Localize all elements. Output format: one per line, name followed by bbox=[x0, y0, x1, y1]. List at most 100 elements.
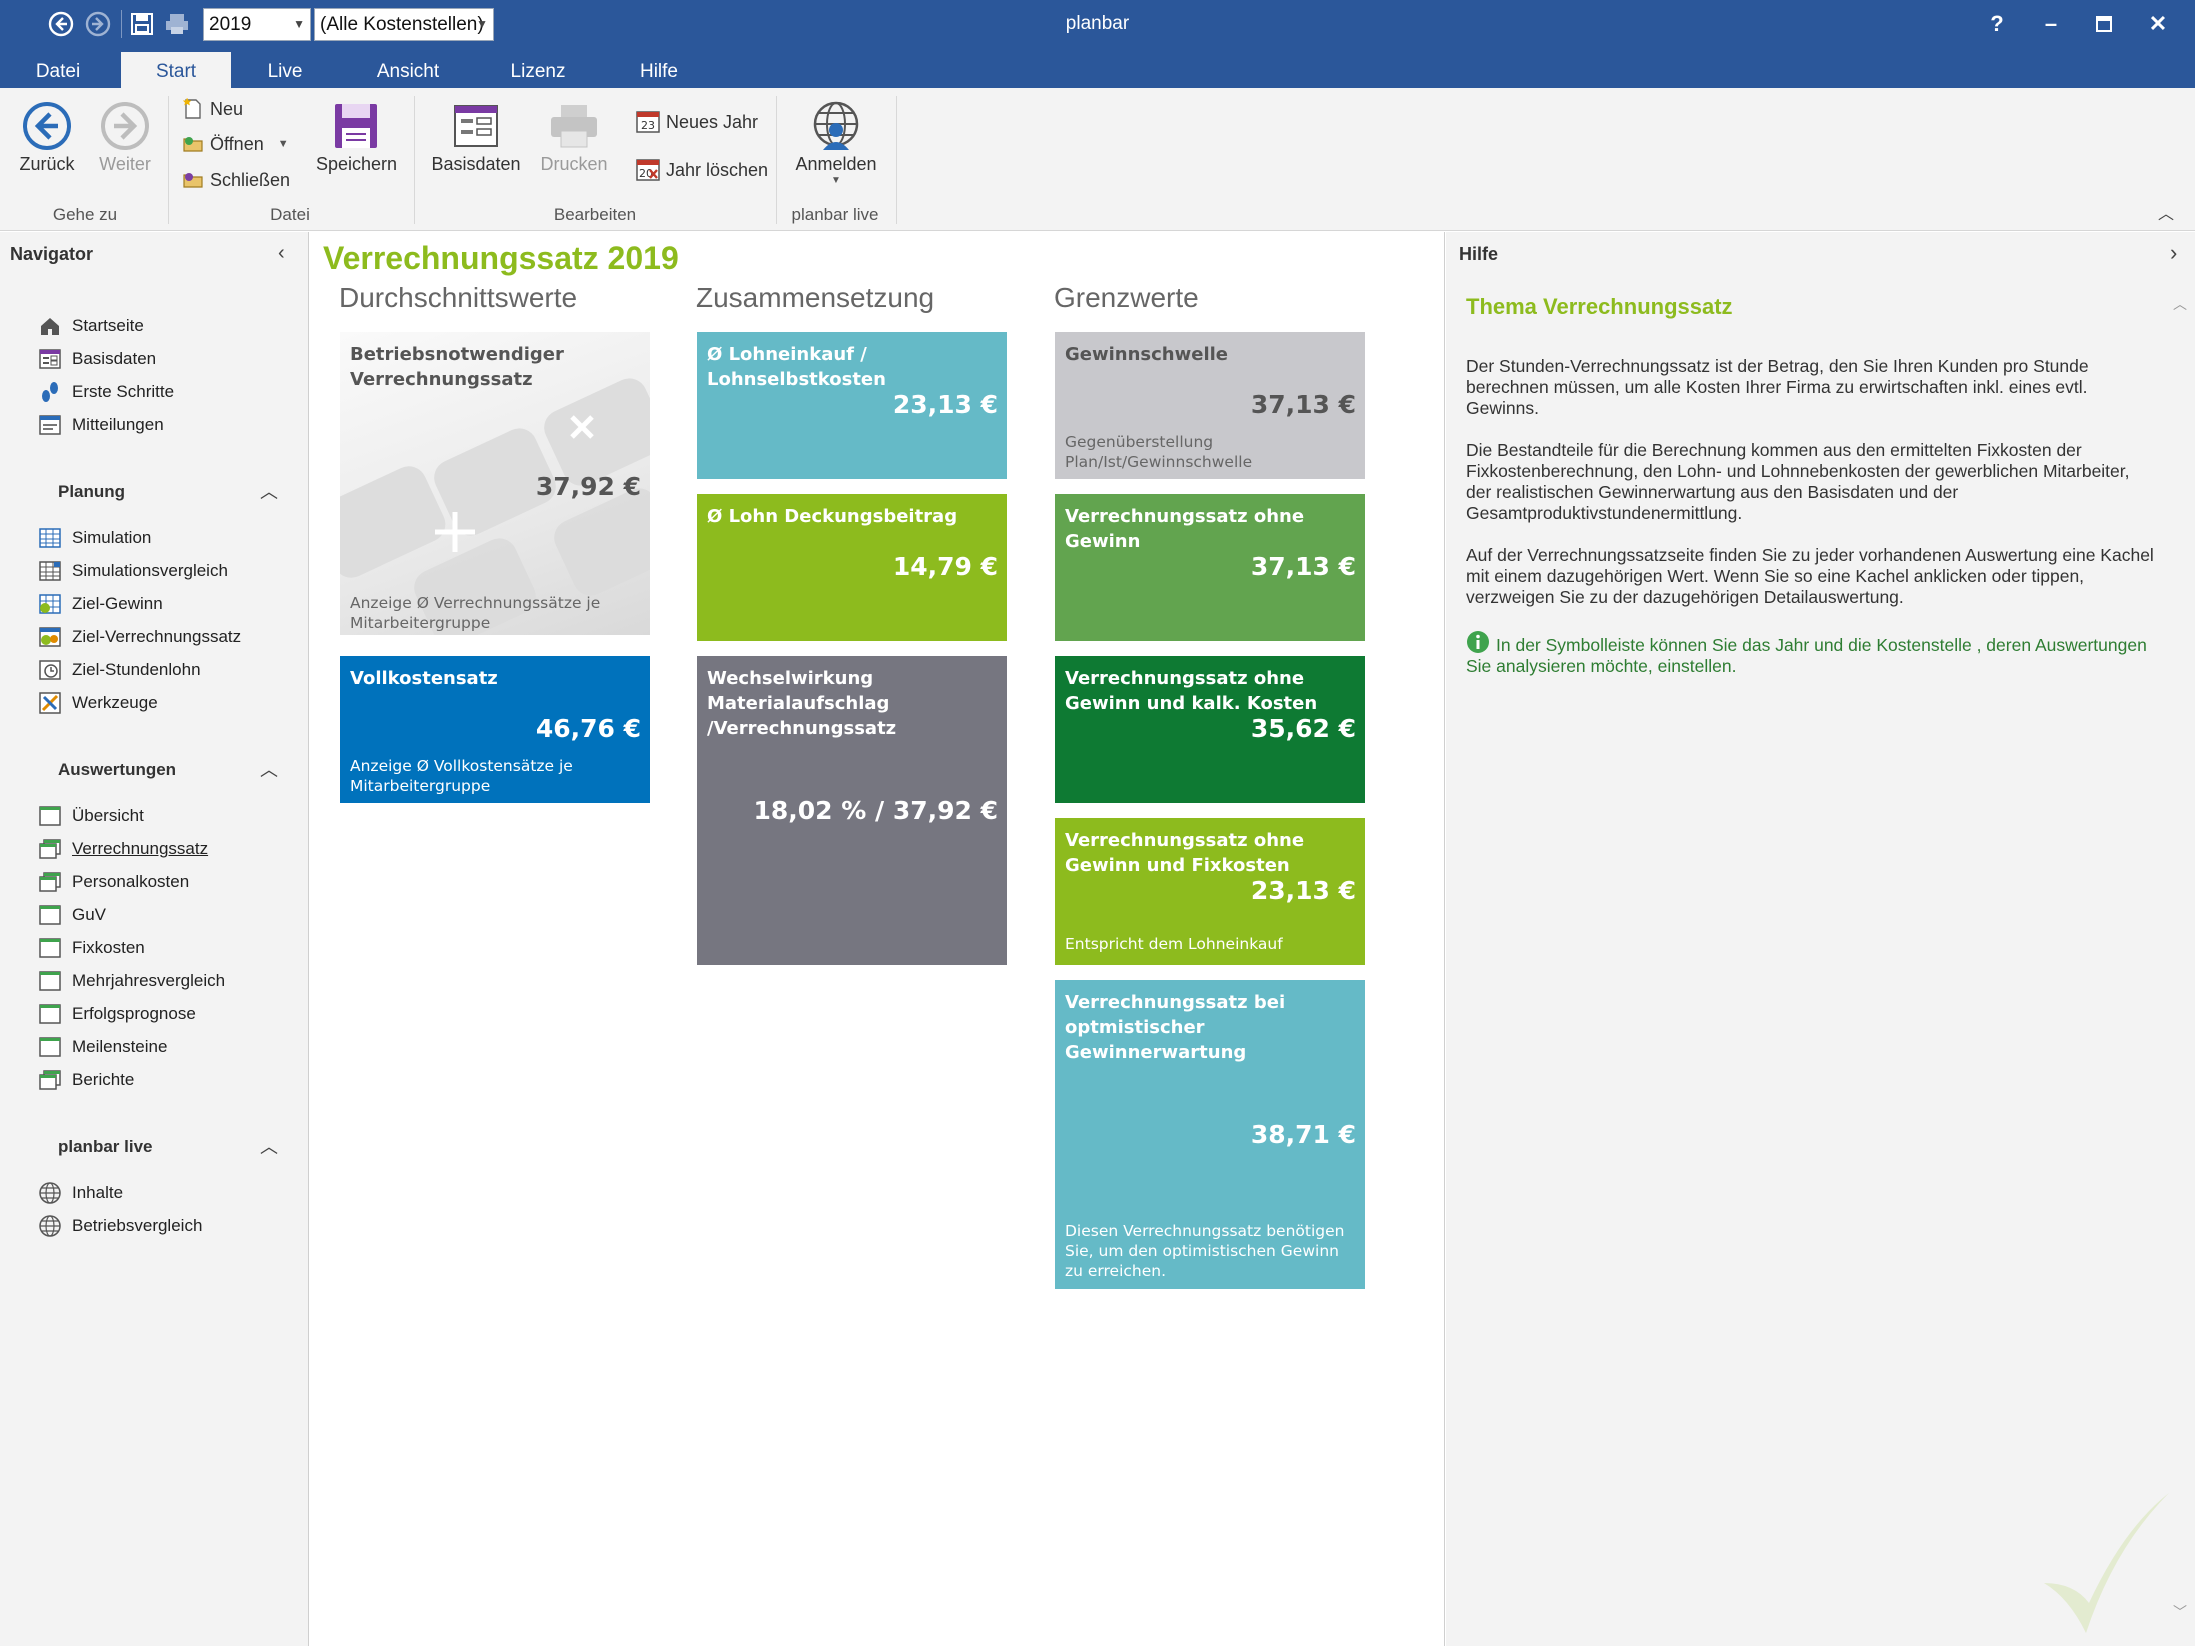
tile-lohneinkauf[interactable]: Ø Lohneinkauf / Lohnselbstkosten 23,13 € bbox=[697, 332, 1007, 479]
tile-ohne-gewinn[interactable]: Verrechnungssatz ohne Gewinn 37,13 € bbox=[1055, 494, 1365, 641]
nav-item-inhalte[interactable]: Inhalte bbox=[38, 1179, 123, 1207]
nav-item-werkzeuge[interactable]: Werkzeuge bbox=[38, 689, 158, 717]
print-label: Drucken bbox=[540, 154, 608, 174]
nav-label: Übersicht bbox=[72, 806, 144, 825]
nav-item-ziel-gewinn[interactable]: Ziel-Gewinn bbox=[38, 590, 163, 618]
nav-label: Meilensteine bbox=[72, 1037, 168, 1056]
nav-item-basisdaten[interactable]: Basisdaten bbox=[38, 345, 156, 373]
nav-item-mitteilungen[interactable]: Mitteilungen bbox=[38, 411, 164, 439]
delete-year-button[interactable]: 20 Jahr löschen bbox=[636, 158, 768, 182]
tile-betriebsnotwendiger-verrechnungssatz[interactable]: Betriebsnotwendiger Verrechnungssatz 37,… bbox=[340, 332, 650, 635]
nav-item-fixkosten[interactable]: Fixkosten bbox=[38, 934, 145, 962]
scroll-down-icon[interactable]: ﹀ bbox=[2173, 1602, 2187, 1622]
tile-ohne-gewinn-fixkosten[interactable]: Verrechnungssatz ohne Gewinn und Fixkost… bbox=[1055, 818, 1365, 965]
new-year-button[interactable]: 23 Neues Jahr bbox=[636, 110, 758, 134]
collapse-live-icon[interactable]: ︿ bbox=[260, 1133, 278, 1159]
chevron-down-icon: ▼ bbox=[277, 138, 289, 150]
print-button[interactable]: Drucken bbox=[536, 98, 612, 175]
nav-item-meilensteine[interactable]: Meilensteine bbox=[38, 1033, 167, 1061]
target-table-icon bbox=[38, 592, 62, 616]
save-button[interactable]: Speichern bbox=[316, 98, 398, 175]
nav-item-mehrjahresvergleich[interactable]: Mehrjahresvergleich bbox=[38, 967, 225, 995]
separator bbox=[414, 96, 415, 224]
cost-center-select[interactable]: (Alle Kostenstellen) ▼ bbox=[314, 8, 494, 41]
nav-label: Verrechnungssatz bbox=[72, 839, 209, 858]
tile-value: 23,13 € bbox=[1250, 876, 1356, 905]
open-button[interactable]: Öffnen ▼ bbox=[182, 133, 289, 155]
new-year-label: Neues Jahr bbox=[666, 111, 759, 132]
footsteps-icon bbox=[38, 380, 62, 404]
help-paragraph: Die Bestandteile für die Berechnung komm… bbox=[1466, 440, 2130, 523]
help-paragraph: Der Stunden-Verrechnungssatz ist der Bet… bbox=[1466, 356, 2089, 418]
chevron-left-icon[interactable]: ‹ bbox=[278, 242, 285, 265]
minimize-button[interactable]: – bbox=[2033, 6, 2069, 42]
tile-vollkostensatz[interactable]: Vollkostensatz 46,76 € Anzeige Ø Vollkos… bbox=[340, 656, 650, 803]
save-icon[interactable] bbox=[126, 8, 158, 40]
tile-title: Verrechnungssatz ohne Gewinn bbox=[1065, 506, 1305, 552]
nav-item-personalkosten[interactable]: Personalkosten bbox=[38, 868, 189, 896]
tile-subtitle: Gegenüberstellung Plan/Ist/Gewinnschwell… bbox=[1065, 433, 1253, 471]
year-select[interactable]: 2019 ▼ bbox=[203, 8, 311, 41]
forward-button[interactable]: Weiter bbox=[92, 98, 158, 175]
collapse-ribbon-icon[interactable]: ︿ bbox=[2158, 200, 2174, 224]
nav-item-betriebsvergleich[interactable]: Betriebsvergleich bbox=[38, 1212, 202, 1240]
nav-item-erfolgsprognose[interactable]: Erfolgsprognose bbox=[38, 1000, 196, 1028]
tab-hilfe[interactable]: Hilfe bbox=[625, 56, 693, 88]
tile-ohne-gewinn-kalk-kosten[interactable]: Verrechnungssatz ohne Gewinn und kalk. K… bbox=[1055, 656, 1365, 803]
globe-icon bbox=[38, 1214, 62, 1238]
login-button[interactable]: Anmelden ▼ bbox=[790, 98, 882, 186]
close-file-button[interactable]: Schließen bbox=[182, 169, 290, 191]
back-button[interactable]: Zurück bbox=[14, 98, 80, 175]
nav-item-berichte[interactable]: Berichte bbox=[38, 1066, 134, 1094]
calendar-delete-icon: 20 bbox=[636, 159, 660, 181]
nav-label: Erste Schritte bbox=[72, 382, 175, 401]
nav-item-ziel-stundenlohn[interactable]: Ziel-Stundenlohn bbox=[38, 656, 201, 684]
tab-ansicht[interactable]: Ansicht bbox=[365, 56, 451, 88]
window-icon bbox=[38, 969, 62, 993]
tile-wechselwirkung[interactable]: Wechselwirkung Materialaufschlag /Verrec… bbox=[697, 656, 1007, 965]
tile-title: Vollkostensatz bbox=[350, 668, 498, 689]
print-icon[interactable] bbox=[161, 8, 193, 40]
collapse-auswertungen-icon[interactable]: ︿ bbox=[260, 756, 278, 782]
stacked-window-icon bbox=[38, 870, 62, 894]
home-icon bbox=[38, 314, 62, 338]
nav-item-startseite[interactable]: Startseite bbox=[38, 312, 144, 340]
nav-item-guv[interactable]: GuV bbox=[38, 901, 106, 929]
nav-item-erste-schritte[interactable]: Erste Schritte bbox=[38, 378, 174, 406]
tile-optimistische-gewinnerwartung[interactable]: Verrechnungssatz bei optmistischer Gewin… bbox=[1055, 980, 1365, 1289]
nav-label: Inhalte bbox=[72, 1183, 124, 1202]
collapse-planung-icon[interactable]: ︿ bbox=[260, 478, 278, 504]
new-button[interactable]: Neu bbox=[182, 98, 243, 120]
globe-icon bbox=[38, 1181, 62, 1205]
new-label: Neu bbox=[210, 98, 244, 119]
nav-item-uebersicht[interactable]: Übersicht bbox=[38, 802, 144, 830]
tile-title: Ø Lohneinkauf / Lohnselbstkosten bbox=[707, 344, 886, 390]
close-button[interactable]: ✕ bbox=[2140, 6, 2176, 42]
nav-label: Simulationsvergleich bbox=[72, 561, 228, 580]
nav-item-ziel-verrechnungssatz[interactable]: Ziel-Verrechnungssatz bbox=[38, 623, 241, 651]
tab-datei[interactable]: Datei bbox=[24, 56, 92, 88]
nav-item-verrechnungssatz[interactable]: Verrechnungssatz bbox=[38, 835, 208, 863]
tab-start[interactable]: Start bbox=[121, 52, 231, 88]
forward-arrow-icon[interactable] bbox=[82, 8, 114, 40]
save-label: Speichern bbox=[316, 154, 398, 174]
chevron-right-icon[interactable]: › bbox=[2170, 240, 2177, 266]
tab-lizenz[interactable]: Lizenz bbox=[500, 56, 576, 88]
form-icon bbox=[38, 347, 62, 371]
tab-live[interactable]: Live bbox=[255, 56, 315, 88]
nav-item-simulationsvergleich[interactable]: Simulationsvergleich bbox=[38, 557, 228, 585]
back-arrow-icon[interactable] bbox=[45, 8, 77, 40]
maximize-button[interactable] bbox=[2086, 6, 2122, 42]
scroll-up-icon[interactable]: ︿ bbox=[2173, 294, 2187, 314]
nav-label: Ziel-Stundenlohn bbox=[72, 660, 201, 679]
tile-lohn-deckungsbeitrag[interactable]: Ø Lohn Deckungsbeitrag 14,79 € bbox=[697, 494, 1007, 641]
basedata-button[interactable]: Basisdaten bbox=[430, 98, 522, 175]
back-label: Zurück bbox=[19, 154, 75, 174]
nav-label: Werkzeuge bbox=[72, 693, 158, 712]
calendar-icon: 23 bbox=[636, 111, 660, 133]
nav-item-simulation[interactable]: Simulation bbox=[38, 524, 151, 552]
nav-label: Betriebsvergleich bbox=[72, 1216, 203, 1235]
help-question-button[interactable]: ? bbox=[1979, 6, 2015, 42]
tile-gewinnschwelle[interactable]: Gewinnschwelle 37,13 € Gegenüberstellung… bbox=[1055, 332, 1365, 479]
group-label-datei: Datei bbox=[270, 205, 310, 224]
